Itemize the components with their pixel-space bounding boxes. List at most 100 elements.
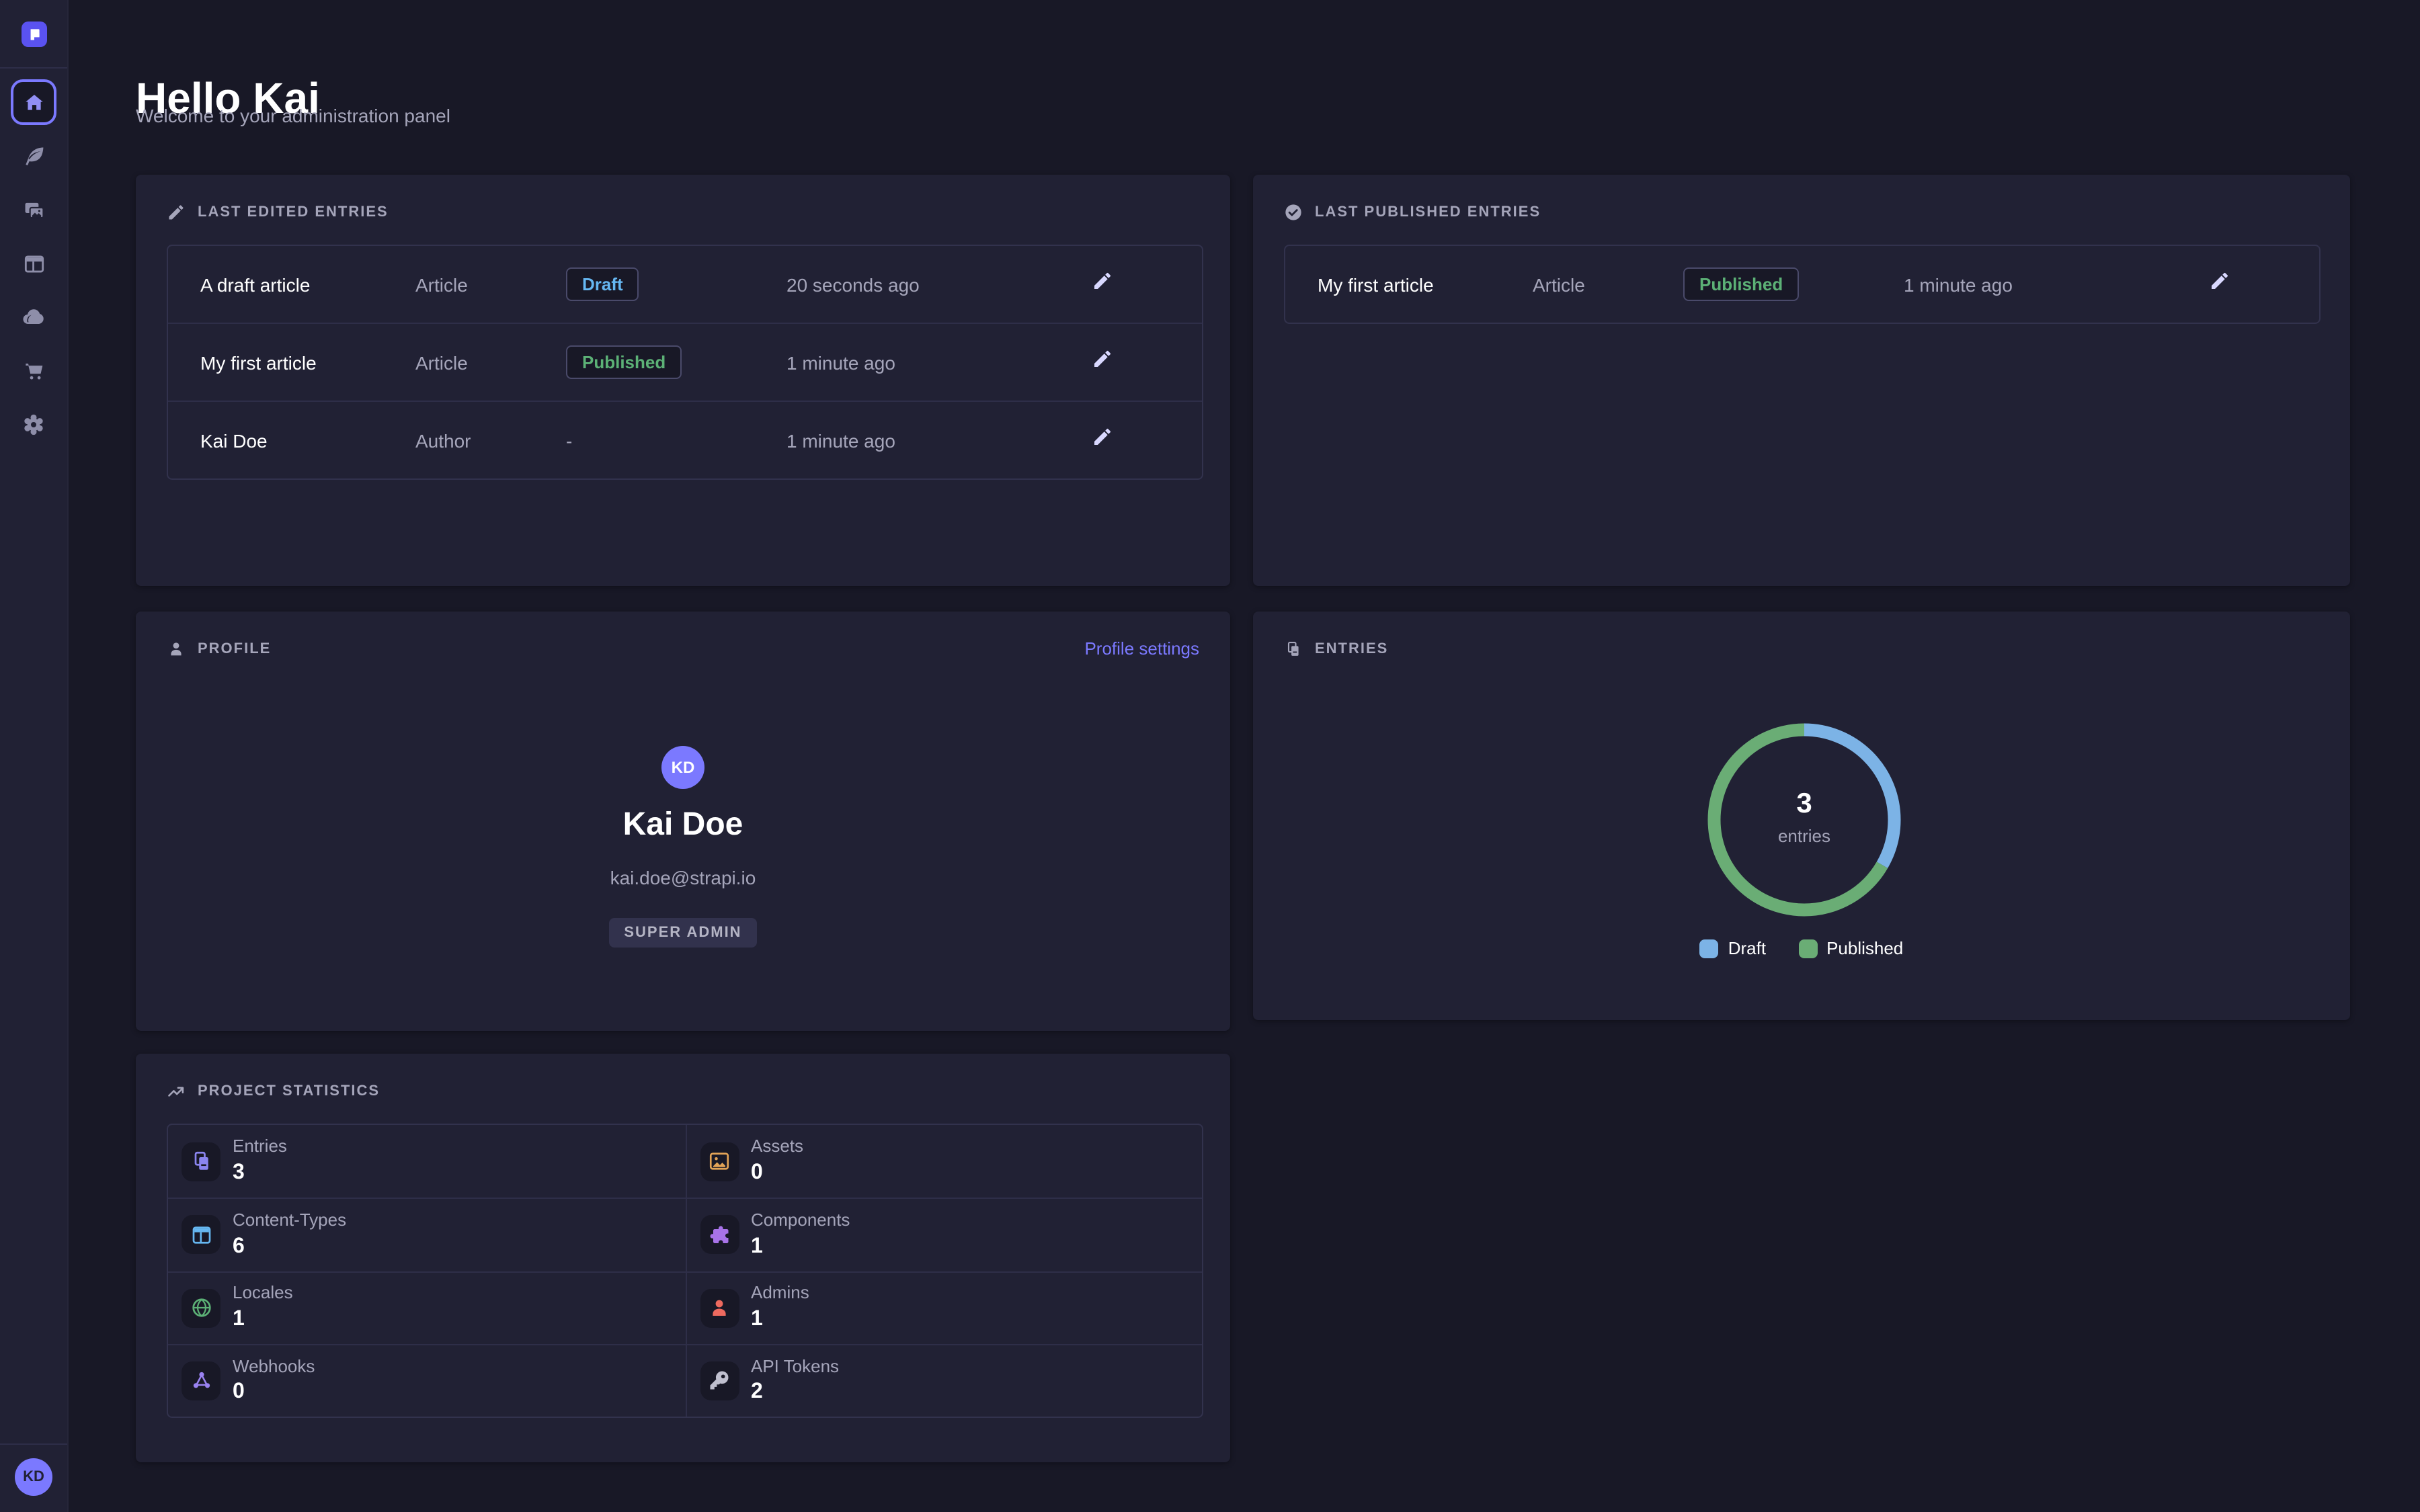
- last-edited-entries-table: A draft article Article Draft 20 seconds…: [167, 245, 1203, 480]
- stat-icon-tile: [700, 1142, 739, 1181]
- table-row[interactable]: My first article Article Published 1 min…: [1285, 246, 2319, 323]
- key-icon: [707, 1369, 731, 1393]
- stat-value: 0: [751, 1161, 803, 1185]
- profile-panel: PROFILE Profile settings KD Kai Doe kai.…: [136, 612, 1230, 1031]
- status-badge-published: Published: [566, 345, 682, 379]
- webhook-icon: [189, 1369, 213, 1393]
- stat-value: 1: [233, 1308, 293, 1332]
- layout-icon: [21, 251, 46, 276]
- stat-cell-webhooks: Webhooks0: [168, 1344, 685, 1417]
- stat-label: API Tokens: [751, 1357, 839, 1376]
- sidebar-item-marketplace[interactable]: [11, 348, 56, 394]
- stat-value: 6: [233, 1234, 346, 1259]
- user-icon: [707, 1296, 731, 1320]
- legend-swatch: [1798, 939, 1817, 958]
- entry-type: Author: [415, 429, 566, 451]
- gear-icon: [20, 411, 47, 438]
- profile-avatar: KD: [661, 746, 704, 789]
- page-subtitle: Welcome to your administration panel: [136, 105, 450, 126]
- stat-icon-tile: [700, 1288, 739, 1327]
- status-badge-draft: Draft: [566, 267, 639, 301]
- legend-label: Draft: [1728, 938, 1766, 958]
- panel-title: LAST PUBLISHED ENTRIES: [1315, 204, 1541, 220]
- sidebar-item-content-type-builder[interactable]: [11, 241, 56, 286]
- entry-name: My first article: [200, 351, 415, 373]
- entry-status: Draft: [566, 267, 787, 301]
- sidebar-nav: [11, 79, 56, 448]
- entries-count: 3: [1796, 788, 1812, 821]
- stat-icon-tile: [182, 1288, 220, 1327]
- stat-label: Locales: [233, 1284, 293, 1304]
- stat-value: 1: [751, 1234, 850, 1259]
- home-icon: [22, 91, 45, 114]
- stat-label: Assets: [751, 1138, 803, 1157]
- entries-count-label: entries: [1778, 826, 1830, 846]
- stat-cell-admins: Admins 1: [685, 1271, 1202, 1344]
- trending-up-icon: [167, 1082, 186, 1101]
- entry-status: Published: [1683, 267, 1904, 301]
- strapi-dashboard: KD Hello Kai Welcome to your administrat…: [0, 0, 2420, 1512]
- edit-pencil-icon[interactable]: [2209, 270, 2230, 292]
- pencil-icon: [167, 203, 186, 222]
- sidebar-item-home[interactable]: [11, 79, 56, 125]
- stat-value: 1: [751, 1308, 809, 1332]
- edit-pencil-icon[interactable]: [1092, 270, 1113, 292]
- stat-label: Admins: [751, 1284, 809, 1304]
- main-navigation-sidebar: KD: [0, 0, 69, 1512]
- stat-value: 2: [751, 1380, 839, 1404]
- sidebar-item-content-manager[interactable]: [11, 133, 56, 179]
- entry-status: -: [566, 429, 787, 451]
- edit-pencil-icon[interactable]: [1092, 348, 1113, 370]
- entry-name: Kai Doe: [200, 429, 415, 451]
- sidebar-item-media-library[interactable]: [11, 187, 56, 233]
- entry-type: Article: [1533, 274, 1683, 295]
- feather-icon: [21, 143, 46, 169]
- profile-body: KD Kai Doe kai.doe@strapi.io SUPER ADMIN: [136, 612, 1230, 948]
- stat-icon-tile: [182, 1142, 220, 1181]
- strapi-logo-icon: [26, 26, 43, 43]
- sidebar-item-strapi-cloud[interactable]: [11, 294, 56, 340]
- stat-cell-locales: Locales 1: [168, 1271, 685, 1344]
- profile-name: Kai Doe: [623, 806, 743, 844]
- stat-label: Content-Types: [233, 1211, 346, 1230]
- last-published-entries-table: My first article Article Published 1 min…: [1284, 245, 2321, 324]
- documents-icon: [189, 1149, 213, 1173]
- cloud-icon: [20, 304, 47, 331]
- cart-icon: [21, 358, 46, 384]
- sidebar-divider-bottom: [0, 1443, 67, 1445]
- last-published-entries-panel: LAST PUBLISHED ENTRIES My first article …: [1253, 175, 2350, 586]
- stat-label: Components: [751, 1211, 850, 1230]
- panel-header: LAST EDITED ENTRIES: [167, 203, 389, 222]
- stat-icon-tile: [182, 1361, 220, 1400]
- table-row[interactable]: Kai Doe Author - 1 minute ago: [168, 401, 1202, 478]
- status-badge-published: Published: [1683, 267, 1799, 301]
- stat-label: Entries: [233, 1138, 287, 1157]
- entry-time: 20 seconds ago: [787, 274, 1081, 295]
- sidebar-item-settings[interactable]: [11, 402, 56, 448]
- panel-header: LAST PUBLISHED ENTRIES: [1284, 203, 1541, 222]
- table-row[interactable]: My first article Article Published 1 min…: [168, 323, 1202, 401]
- strapi-logo[interactable]: [22, 22, 47, 47]
- stat-icon-tile: [182, 1216, 220, 1255]
- check-circle-icon: [1284, 203, 1303, 222]
- project-statistics-panel: PROJECT STATISTICS Entries3Assets0Conten…: [136, 1054, 1230, 1462]
- edit-pencil-icon[interactable]: [1092, 426, 1113, 448]
- sidebar-divider-top: [0, 67, 67, 69]
- legend-swatch: [1700, 939, 1719, 958]
- images-icon: [21, 197, 46, 222]
- table-row[interactable]: A draft article Article Draft 20 seconds…: [168, 246, 1202, 323]
- stat-cell-assets: Assets 0: [685, 1125, 1202, 1198]
- stat-cell-components: Components 1: [685, 1198, 1202, 1271]
- sidebar-user-avatar[interactable]: KD: [15, 1458, 52, 1496]
- panel-header: ENTRIES: [1284, 640, 1388, 659]
- puzzle-icon: [707, 1223, 731, 1247]
- legend-item-draft: Draft: [1700, 938, 1766, 958]
- entry-time: 1 minute ago: [1904, 274, 2198, 295]
- entry-type: Article: [415, 351, 566, 373]
- documents-icon: [1284, 640, 1303, 659]
- table-icon: [189, 1223, 213, 1247]
- entry-time: 1 minute ago: [787, 429, 1081, 451]
- entries-panel: ENTRIES 3 entries DraftPublished: [1253, 612, 2350, 1020]
- stat-icon-tile: [700, 1361, 739, 1400]
- last-edited-entries-panel: LAST EDITED ENTRIES A draft article Arti…: [136, 175, 1230, 586]
